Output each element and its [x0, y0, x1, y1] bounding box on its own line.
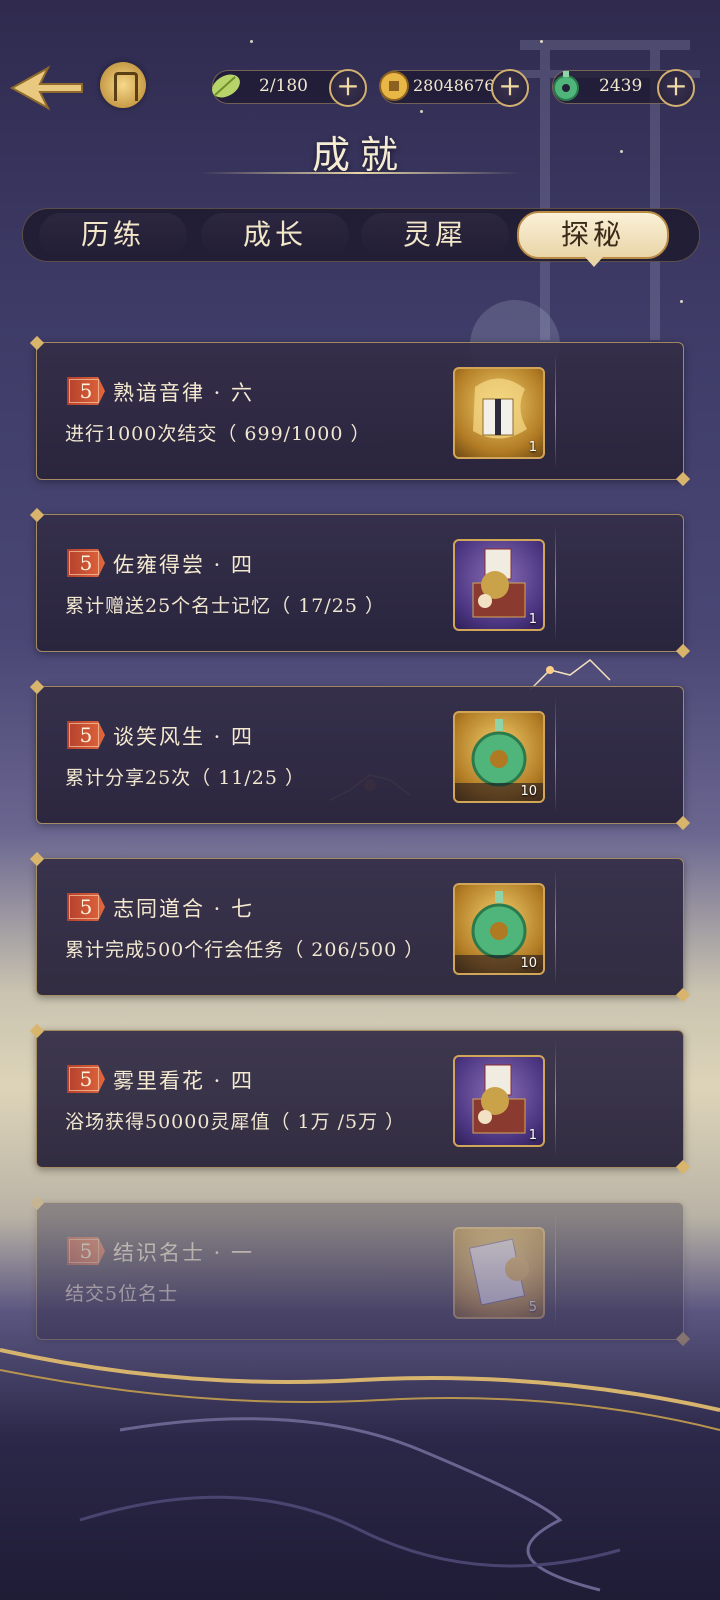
card-divider [555, 353, 556, 469]
reward-count: 5 [528, 1300, 537, 1315]
tab-growth[interactable]: 成长 [201, 213, 349, 257]
reward-count: 1 [528, 612, 537, 627]
energy-value: 2/180 [259, 76, 308, 96]
card-divider [555, 1041, 556, 1157]
achievement-card[interactable]: 5 志同道合 · 七 累计完成500个行会任务（ 206/500 ） 10 [36, 858, 684, 996]
reward-item[interactable]: 1 [453, 539, 545, 631]
star [420, 110, 423, 113]
level-badge: 5 [67, 1237, 105, 1265]
level-badge: 5 [67, 1065, 105, 1093]
add-energy-button[interactable]: + [329, 69, 367, 107]
reward-count: 1 [528, 1128, 537, 1143]
coin-counter: 28048676 + [379, 69, 529, 107]
star [680, 300, 683, 303]
jade-pendant-icon [553, 71, 579, 101]
achievement-card[interactable]: 5 谈笑风生 · 四 累计分享25次（ 11/25 ） 10 [36, 686, 684, 824]
add-coin-button[interactable]: + [491, 69, 529, 107]
coin-value: 28048676 [413, 76, 495, 95]
title-divider [200, 172, 520, 174]
achievement-name: 结识名士 · 一 [113, 1241, 255, 1265]
leaf-energy-icon [212, 74, 240, 98]
achievement-progress: 累计分享25次（ 11/25 ） [65, 767, 306, 789]
card-divider [555, 525, 556, 641]
jade-value: 2439 [599, 76, 643, 96]
level-badge: 5 [67, 893, 105, 921]
copper-coin-icon [379, 71, 409, 101]
level-badge: 5 [67, 721, 105, 749]
back-button[interactable] [8, 60, 84, 116]
achievement-progress: 累计赠送25个名士记忆（ 17/25 ） [65, 595, 386, 617]
tab-explore[interactable]: 探秘 [517, 211, 669, 267]
reward-item[interactable]: 1 [453, 367, 545, 459]
achievement-name: 熟谙音律 · 六 [113, 381, 255, 405]
reward-item[interactable]: 5 [453, 1227, 545, 1319]
achievement-progress: 累计完成500个行会任务（ 206/500 ） [65, 939, 425, 961]
card-divider [555, 697, 556, 813]
reward-count: 10 [520, 784, 537, 799]
card-divider [555, 869, 556, 985]
jade-counter: 2439 + [552, 69, 695, 107]
achievement-name: 谈笑风生 · 四 [113, 725, 255, 749]
achievement-progress: 结交5位名士 [65, 1283, 179, 1305]
reward-item[interactable]: 10 [453, 711, 545, 803]
tab-affinity[interactable]: 灵犀 [361, 213, 509, 257]
tab-training[interactable]: 历练 [39, 213, 187, 257]
page-title: 成就 [311, 133, 408, 177]
decorative-wave [0, 1348, 720, 1592]
energy-counter: 2/180 + [212, 69, 367, 107]
tab-bar: 历练 成长 灵犀 探秘 [22, 208, 700, 267]
reward-count: 1 [528, 440, 537, 455]
level-badge: 5 [67, 377, 105, 405]
achievement-card[interactable]: 5 熟谙音律 · 六 进行1000次结交（ 699/1000 ） 1 [36, 342, 684, 480]
achievement-name: 雾里看花 · 四 [113, 1069, 255, 1093]
back-arrow-icon [9, 65, 83, 111]
achievement-progress: 浴场获得50000灵犀值（ 1万 /5万 ） [65, 1111, 406, 1133]
achievement-card[interactable]: 5 佐雍得尝 · 四 累计赠送25个名士记忆（ 17/25 ） 1 [36, 514, 684, 652]
star [250, 40, 253, 43]
reward-item[interactable]: 10 [453, 883, 545, 975]
achievement-progress: 进行1000次结交（ 699/1000 ） [65, 423, 371, 445]
add-jade-button[interactable]: + [657, 69, 695, 107]
reward-count: 10 [520, 956, 537, 971]
star [540, 40, 543, 43]
achievement-card[interactable]: 5 雾里看花 · 四 浴场获得50000灵犀值（ 1万 /5万 ） 1 [36, 1030, 684, 1168]
card-divider [555, 1213, 556, 1329]
achievement-name: 志同道合 · 七 [113, 897, 255, 921]
level-badge: 5 [67, 549, 105, 577]
reward-item[interactable]: 1 [453, 1055, 545, 1147]
home-emblem-button[interactable] [100, 62, 146, 108]
achievement-name: 佐雍得尝 · 四 [113, 553, 255, 577]
